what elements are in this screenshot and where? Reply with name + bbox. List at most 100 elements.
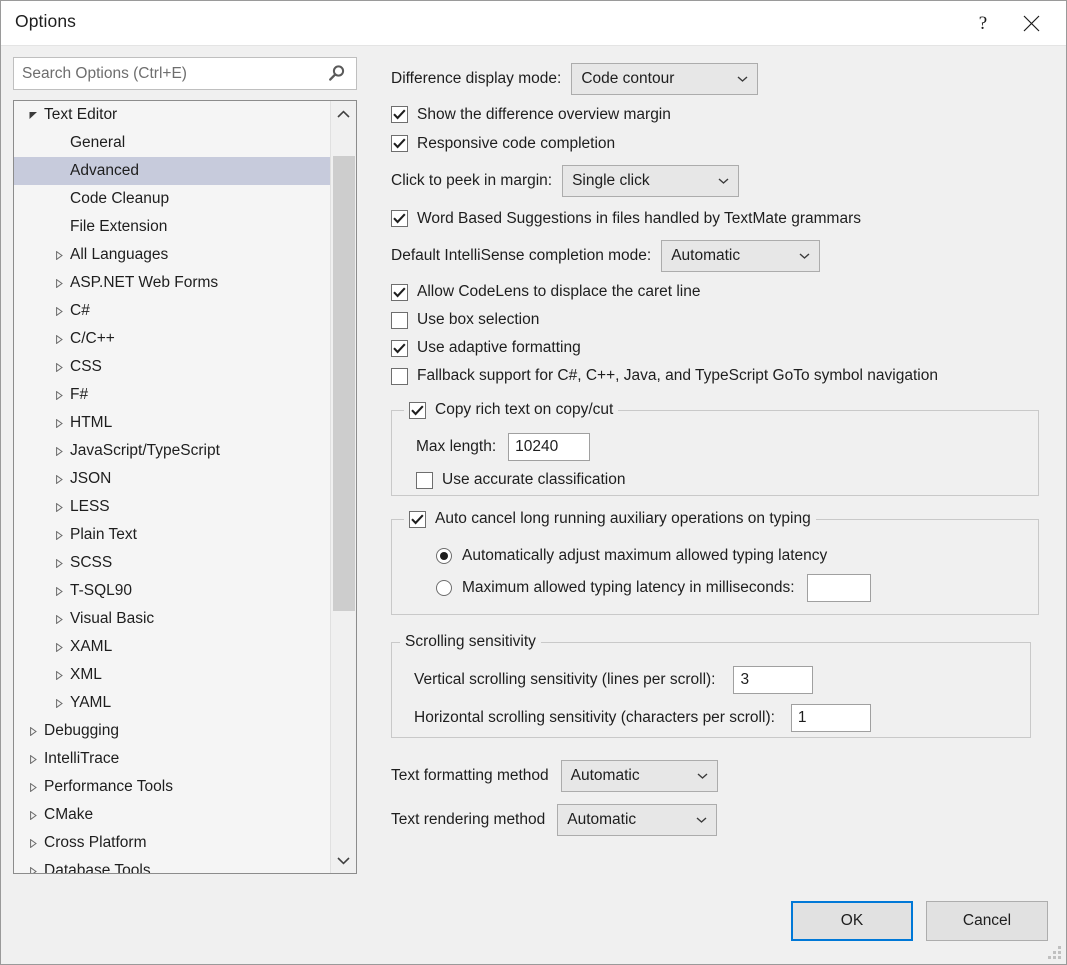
- chevron-collapsed-icon[interactable]: [52, 276, 66, 290]
- tree-item-html[interactable]: HTML: [14, 409, 331, 437]
- max-latency-input[interactable]: [806, 574, 871, 602]
- word-based-suggestions-row[interactable]: Word Based Suggestions in files handled …: [391, 204, 1051, 233]
- use-box-selection-row[interactable]: Use box selection: [391, 306, 1051, 334]
- chevron-collapsed-icon[interactable]: [52, 444, 66, 458]
- intellisense-completion-mode-dropdown[interactable]: Automatic: [661, 240, 821, 272]
- tree-item-file-extension[interactable]: File Extension: [14, 213, 331, 241]
- click-to-peek-value: Single click: [572, 172, 650, 189]
- tree-item-xaml[interactable]: XAML: [14, 633, 331, 661]
- max-length-input[interactable]: [508, 433, 591, 461]
- text-rendering-method-dropdown[interactable]: Automatic: [557, 804, 718, 836]
- resize-grip-icon[interactable]: [1048, 946, 1062, 960]
- ok-button[interactable]: OK: [791, 901, 913, 941]
- tree-item-javascript-typescript[interactable]: JavaScript/TypeScript: [14, 437, 331, 465]
- chevron-collapsed-icon[interactable]: [52, 416, 66, 430]
- tree-item-code-cleanup[interactable]: Code Cleanup: [14, 185, 331, 213]
- tree-item-less[interactable]: LESS: [14, 493, 331, 521]
- tree-item-database-tools[interactable]: Database Tools: [14, 857, 331, 873]
- chevron-expanded-icon[interactable]: [26, 108, 40, 122]
- radio-auto-adjust-row[interactable]: Automatically adjust maximum allowed typ…: [436, 542, 1038, 570]
- chevron-collapsed-icon[interactable]: [52, 640, 66, 654]
- chevron-collapsed-icon[interactable]: [52, 388, 66, 402]
- search-box[interactable]: [13, 57, 357, 90]
- search-input[interactable]: [14, 58, 316, 89]
- chevron-collapsed-icon[interactable]: [52, 360, 66, 374]
- text-formatting-method-dropdown[interactable]: Automatic: [560, 760, 718, 792]
- scroll-up-button[interactable]: [331, 101, 356, 127]
- tree-item-asp-net-web-forms[interactable]: ASP.NET Web Forms: [14, 269, 331, 297]
- tree-scrollbar[interactable]: [330, 101, 356, 873]
- chevron-collapsed-icon[interactable]: [26, 836, 40, 850]
- chevron-collapsed-icon[interactable]: [52, 500, 66, 514]
- word-based-suggestions-checkbox[interactable]: [391, 210, 408, 227]
- chevron-collapsed-icon[interactable]: [52, 556, 66, 570]
- chevron-collapsed-icon[interactable]: [52, 304, 66, 318]
- chevron-collapsed-icon[interactable]: [26, 724, 40, 738]
- chevron-collapsed-icon[interactable]: [52, 612, 66, 626]
- copy-rich-text-checkbox[interactable]: [409, 401, 426, 419]
- cancel-button[interactable]: Cancel: [926, 901, 1048, 941]
- vertical-scrolling-input[interactable]: [733, 666, 814, 694]
- tree-item-all-languages[interactable]: All Languages: [14, 241, 331, 269]
- radio-max-latency[interactable]: [436, 580, 452, 596]
- tree-item-yaml[interactable]: YAML: [14, 689, 331, 717]
- tree-item-c[interactable]: C#: [14, 297, 331, 325]
- show-difference-overview-margin-checkbox[interactable]: [391, 106, 408, 123]
- radio-max-latency-row[interactable]: Maximum allowed typing latency in millis…: [436, 573, 1038, 603]
- tree-item-xml[interactable]: XML: [14, 661, 331, 689]
- tree-item-advanced[interactable]: Advanced: [14, 157, 331, 185]
- chevron-collapsed-icon[interactable]: [52, 584, 66, 598]
- use-accurate-classification-checkbox[interactable]: [416, 471, 433, 489]
- click-to-peek-dropdown[interactable]: Single click: [562, 165, 740, 197]
- chevron-collapsed-icon[interactable]: [52, 696, 66, 710]
- search-icon[interactable]: [316, 58, 356, 89]
- tree-item-intellitrace[interactable]: IntelliTrace: [14, 745, 331, 773]
- auto-cancel-checkbox[interactable]: [409, 510, 426, 528]
- use-adaptive-formatting-checkbox[interactable]: [391, 339, 408, 357]
- allow-codelens-row[interactable]: Allow CodeLens to displace the caret lin…: [391, 278, 1051, 306]
- chevron-collapsed-icon[interactable]: [52, 668, 66, 682]
- chevron-collapsed-icon[interactable]: [52, 472, 66, 486]
- tree-item-text-editor[interactable]: Text Editor: [14, 101, 331, 129]
- tree-item-general[interactable]: General: [14, 129, 331, 157]
- tree-item-debugging[interactable]: Debugging: [14, 717, 331, 745]
- tree-item-visual-basic[interactable]: Visual Basic: [14, 605, 331, 633]
- tree-item-scss[interactable]: SCSS: [14, 549, 331, 577]
- tree-item-json[interactable]: JSON: [14, 465, 331, 493]
- scroll-down-button[interactable]: [331, 847, 356, 873]
- tree-item-label: XAML: [70, 638, 113, 656]
- help-button[interactable]: ?: [960, 1, 1006, 45]
- tree-item-f[interactable]: F#: [14, 381, 331, 409]
- radio-auto-adjust-label: Automatically adjust maximum allowed typ…: [462, 547, 828, 564]
- use-box-selection-checkbox[interactable]: [391, 311, 408, 329]
- use-adaptive-formatting-row[interactable]: Use adaptive formatting: [391, 334, 1051, 362]
- allow-codelens-checkbox[interactable]: [391, 283, 408, 301]
- chevron-collapsed-icon[interactable]: [52, 528, 66, 542]
- copy-rich-text-group-caption[interactable]: Copy rich text on copy/cut: [404, 400, 619, 420]
- tree-item-cross-platform[interactable]: Cross Platform: [14, 829, 331, 857]
- scrollbar-thumb[interactable]: [333, 156, 355, 611]
- fallback-support-row[interactable]: Fallback support for C#, C++, Java, and …: [391, 362, 1051, 390]
- fallback-support-checkbox[interactable]: [391, 367, 408, 385]
- show-difference-overview-margin-row[interactable]: Show the difference overview margin: [391, 100, 1051, 129]
- chevron-collapsed-icon[interactable]: [52, 248, 66, 262]
- use-accurate-classification-row[interactable]: Use accurate classification: [416, 467, 1038, 493]
- responsive-code-completion-checkbox[interactable]: [391, 135, 408, 152]
- tree-item-cmake[interactable]: CMake: [14, 801, 331, 829]
- chevron-collapsed-icon[interactable]: [26, 752, 40, 766]
- difference-display-mode-dropdown[interactable]: Code contour: [571, 63, 759, 95]
- chevron-collapsed-icon[interactable]: [26, 864, 40, 873]
- tree-item-t-sql90[interactable]: T-SQL90: [14, 577, 331, 605]
- radio-auto-adjust[interactable]: [436, 548, 452, 564]
- chevron-collapsed-icon[interactable]: [26, 780, 40, 794]
- chevron-collapsed-icon[interactable]: [52, 332, 66, 346]
- tree-item-c-c[interactable]: C/C++: [14, 325, 331, 353]
- tree-item-css[interactable]: CSS: [14, 353, 331, 381]
- auto-cancel-group-caption[interactable]: Auto cancel long running auxiliary opera…: [404, 509, 816, 529]
- horizontal-scrolling-input[interactable]: [790, 704, 871, 732]
- responsive-code-completion-row[interactable]: Responsive code completion: [391, 129, 1051, 158]
- close-button[interactable]: [1008, 1, 1054, 45]
- tree-item-performance-tools[interactable]: Performance Tools: [14, 773, 331, 801]
- chevron-collapsed-icon[interactable]: [26, 808, 40, 822]
- tree-item-plain-text[interactable]: Plain Text: [14, 521, 331, 549]
